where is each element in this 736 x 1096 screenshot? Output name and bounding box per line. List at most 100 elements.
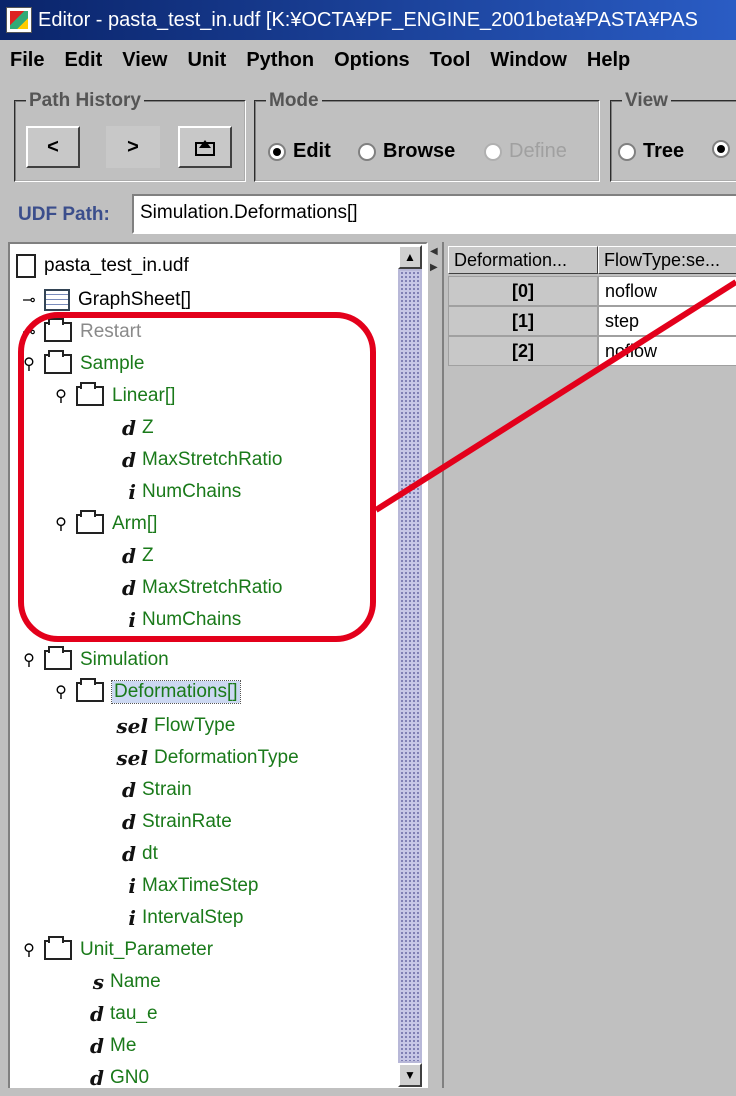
tree-node-label: tau_e: [110, 1003, 158, 1024]
menu-file[interactable]: File: [10, 49, 44, 72]
tree-node-strain[interactable]: d Strain: [108, 774, 192, 806]
forward-button[interactable]: >: [106, 126, 160, 168]
split-pane-divider[interactable]: ◀ ▶: [428, 242, 442, 1090]
tree-node-label: dt: [142, 843, 158, 864]
menu-python[interactable]: Python: [246, 49, 314, 72]
tree-node-unit-parameter[interactable]: ⚲ Unit_Parameter: [20, 934, 213, 966]
flowtype-cell[interactable]: noflow: [598, 276, 736, 306]
scroll-up-arrow-icon[interactable]: ▲: [398, 245, 422, 269]
value-table[interactable]: Deformation... FlowType:se... [0] noflow…: [442, 242, 736, 1090]
go-up-icon: [195, 140, 215, 156]
tree-node-label: Name: [110, 971, 161, 992]
menu-window[interactable]: Window: [490, 49, 566, 72]
view-tree-radio[interactable]: Tree: [618, 140, 684, 163]
expanded-handle-icon[interactable]: ⚲: [20, 355, 38, 373]
menu-options[interactable]: Options: [334, 49, 410, 72]
tree-node-label: StrainRate: [142, 811, 232, 832]
tree-node-name[interactable]: s Name: [76, 966, 161, 998]
tree-node-arm-maxstretchratio[interactable]: d MaxStretchRatio: [108, 572, 282, 604]
expanded-handle-icon[interactable]: ⚲: [20, 941, 38, 959]
tree-node-label: IntervalStep: [142, 907, 244, 928]
scroll-down-arrow-icon[interactable]: ▼: [398, 1063, 422, 1087]
tree-scrollbar[interactable]: ▲ ▼: [398, 245, 422, 1087]
tree-node-gn0[interactable]: d GN0: [76, 1062, 150, 1090]
radio-selected-icon: [268, 142, 286, 161]
mode-browse-radio[interactable]: Browse: [358, 140, 455, 163]
tree-node-root[interactable]: pasta_test_in.udf: [16, 250, 189, 282]
folder-icon: [76, 678, 104, 702]
tree-node-sample[interactable]: ⚲ Sample: [20, 348, 144, 380]
tree-node-intervalstep[interactable]: i IntervalStep: [108, 902, 243, 934]
double-type-icon: d: [90, 1002, 104, 1026]
tree-node-restart[interactable]: ⊸ Restart: [20, 316, 141, 348]
udf-path-field[interactable]: Simulation.Deformations[]: [132, 194, 736, 234]
collapsed-handle-icon[interactable]: ⊸: [20, 323, 38, 341]
tree-node-linear[interactable]: ⚲ Linear[]: [52, 380, 175, 412]
table-row[interactable]: [2] noflow: [448, 336, 736, 366]
flowtype-cell[interactable]: noflow: [598, 336, 736, 366]
radio-unselected-icon: [358, 142, 376, 161]
go-up-button[interactable]: [178, 126, 232, 168]
udf-tree[interactable]: pasta_test_in.udf ⊸ GraphSheet[] ⊸ Resta…: [8, 242, 428, 1090]
double-type-icon: d: [122, 416, 136, 440]
tree-node-linear-numchains[interactable]: i NumChains: [108, 476, 241, 508]
integer-type-icon: i: [128, 480, 136, 504]
tree-node-graphsheet[interactable]: ⊸ GraphSheet[]: [20, 284, 191, 316]
expanded-handle-icon[interactable]: ⚲: [52, 387, 70, 405]
expanded-handle-icon[interactable]: ⚲: [52, 683, 70, 701]
select-type-icon: sel: [116, 746, 148, 770]
tree-node-label: NumChains: [142, 609, 242, 630]
integer-type-icon: i: [128, 906, 136, 930]
double-type-icon: d: [90, 1066, 104, 1090]
tree-node-label: GN0: [110, 1067, 150, 1088]
collapse-right-arrow-icon[interactable]: ▶: [430, 262, 438, 273]
back-button[interactable]: <: [26, 126, 80, 168]
tree-node-deformations[interactable]: ⚲ Deformations[]: [52, 676, 241, 708]
tree-node-linear-maxstretchratio[interactable]: d MaxStretchRatio: [108, 444, 282, 476]
select-type-icon: sel: [116, 714, 148, 738]
tree-node-arm-z[interactable]: d Z: [108, 540, 154, 572]
folder-icon: [76, 382, 104, 406]
mode-define-radio: Define: [484, 140, 567, 163]
menu-edit[interactable]: Edit: [64, 49, 102, 72]
tree-node-dt[interactable]: d dt: [108, 838, 158, 870]
tree-node-label: Restart: [80, 321, 142, 342]
view-second-radio[interactable]: [712, 140, 736, 158]
tree-node-tau-e[interactable]: d tau_e: [76, 998, 158, 1030]
expanded-handle-icon[interactable]: ⚲: [20, 651, 38, 669]
app-icon[interactable]: [6, 7, 32, 33]
mode-edit-label: Edit: [293, 140, 331, 162]
tree-node-linear-z[interactable]: d Z: [108, 412, 154, 444]
radio-unselected-icon: [618, 142, 636, 161]
window-title: Editor - pasta_test_in.udf [K:¥OCTA¥PF_E…: [38, 8, 698, 31]
menu-tool[interactable]: Tool: [430, 49, 471, 72]
tree-node-arm[interactable]: ⚲ Arm[]: [52, 508, 157, 540]
table-row[interactable]: [0] noflow: [448, 276, 736, 306]
tree-node-flowtype[interactable]: sel FlowType: [108, 710, 235, 742]
mode-edit-radio[interactable]: Edit: [268, 140, 331, 163]
radio-disabled-icon: [484, 142, 502, 161]
menu-unit[interactable]: Unit: [187, 49, 226, 72]
tree-node-strainrate[interactable]: d StrainRate: [108, 806, 232, 838]
tree-node-maxtimestep[interactable]: i MaxTimeStep: [108, 870, 258, 902]
tree-node-simulation[interactable]: ⚲ Simulation: [20, 644, 169, 676]
tree-node-label: GraphSheet[]: [78, 289, 192, 310]
expanded-handle-icon[interactable]: ⚲: [52, 515, 70, 533]
menu-view[interactable]: View: [122, 49, 167, 72]
column-header-flowtype[interactable]: FlowType:se...: [598, 246, 736, 274]
scroll-thumb[interactable]: [400, 271, 420, 1061]
document-icon: [16, 254, 36, 278]
collapse-left-arrow-icon[interactable]: ◀: [430, 246, 438, 257]
table-header-row: Deformation... FlowType:se...: [448, 246, 736, 274]
table-row[interactable]: [1] step: [448, 306, 736, 336]
integer-type-icon: i: [128, 874, 136, 898]
forward-label: >: [127, 135, 139, 158]
tree-node-arm-numchains[interactable]: i NumChains: [108, 604, 241, 636]
flowtype-cell[interactable]: step: [598, 306, 736, 336]
collapsed-handle-icon[interactable]: ⊸: [20, 291, 38, 309]
tree-node-deformationtype[interactable]: sel DeformationType: [108, 742, 298, 774]
tree-node-me[interactable]: d Me: [76, 1030, 136, 1062]
menu-help[interactable]: Help: [587, 49, 630, 72]
mode-define-label: Define: [509, 140, 567, 162]
column-header-deformation[interactable]: Deformation...: [448, 246, 598, 274]
